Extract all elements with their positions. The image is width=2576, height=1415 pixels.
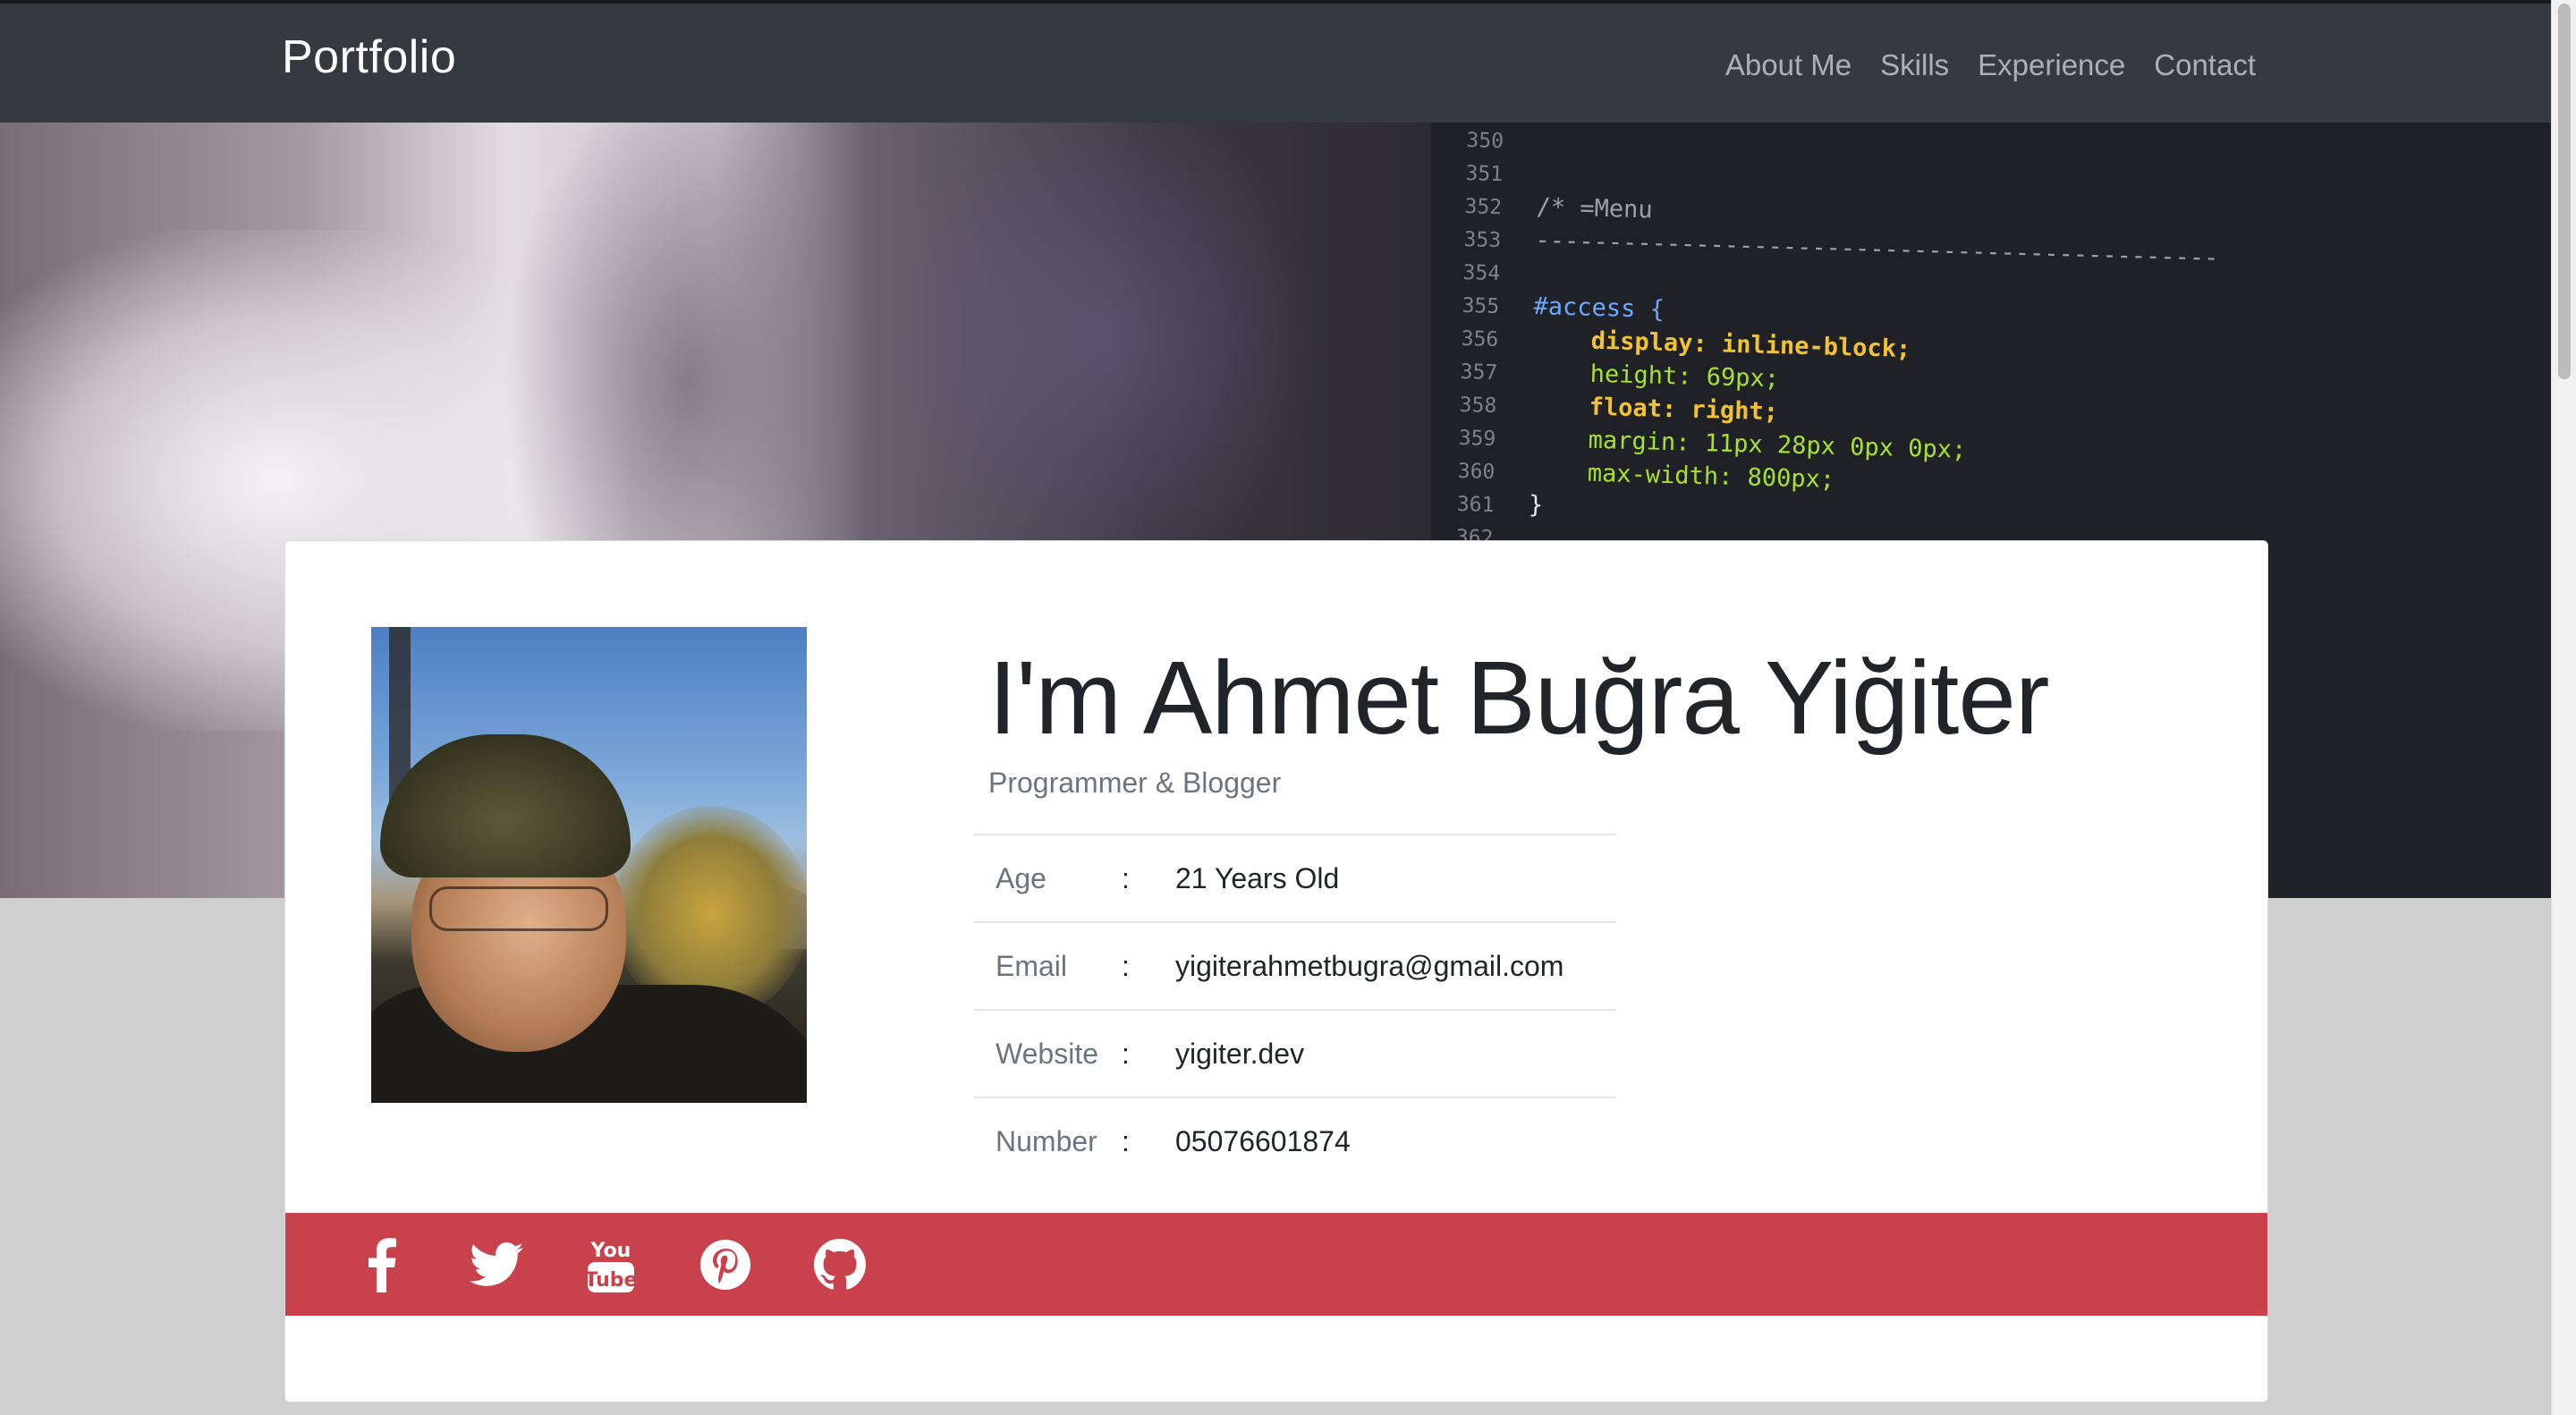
info-value: yigiter.dev xyxy=(1175,1009,1616,1097)
info-separator: : xyxy=(1122,921,1175,1010)
info-label: Age xyxy=(974,834,1122,922)
twitter-icon[interactable] xyxy=(462,1231,530,1299)
profile-photo xyxy=(371,627,807,1103)
scrollbar[interactable] xyxy=(2551,0,2576,1415)
hero-code-snippet: 350 351 352/* =Menu 353 -----------------… xyxy=(1455,128,2219,550)
info-row-email: Email : yigiterahmetbugra@gmail.com xyxy=(974,921,1616,1010)
svg-text:You: You xyxy=(590,1240,631,1262)
info-row-website: Website : yigiter.dev xyxy=(974,1009,1616,1097)
youtube-icon[interactable]: You Tube xyxy=(577,1231,645,1299)
facebook-icon[interactable] xyxy=(348,1231,416,1299)
nav-links: About Me Skills Experience Contact xyxy=(1725,48,2256,82)
info-separator: : xyxy=(1122,1097,1175,1185)
nav-link-contact[interactable]: Contact xyxy=(2154,48,2256,82)
nav-link-experience[interactable]: Experience xyxy=(1978,48,2125,82)
github-icon[interactable] xyxy=(806,1231,874,1299)
social-links-bar: You Tube xyxy=(285,1213,2267,1316)
svg-text:Tube: Tube xyxy=(587,1269,635,1292)
info-value: 05076601874 xyxy=(1175,1097,1616,1185)
info-separator: : xyxy=(1122,1009,1175,1097)
profile-info-table: Age : 21 Years Old Email : yigiterahmetb… xyxy=(974,834,1616,1185)
pinterest-icon[interactable] xyxy=(691,1231,759,1299)
profile-name: I'm Ahmet Buğra Yiğiter xyxy=(988,640,2049,756)
brand-link[interactable]: Portfolio xyxy=(282,30,456,84)
info-value: 21 Years Old xyxy=(1175,834,1616,922)
info-value: yigiterahmetbugra@gmail.com xyxy=(1175,921,1616,1010)
nav-link-skills[interactable]: Skills xyxy=(1880,48,1949,82)
nav-link-about-me[interactable]: About Me xyxy=(1725,48,1852,82)
profile-card: I'm Ahmet Buğra Yiğiter Programmer & Blo… xyxy=(284,540,2268,1402)
info-row-age: Age : 21 Years Old xyxy=(974,834,1616,922)
info-label: Website xyxy=(974,1009,1122,1097)
info-separator: : xyxy=(1122,834,1175,922)
info-label: Number xyxy=(974,1097,1122,1185)
profile-subtitle: Programmer & Blogger xyxy=(988,767,1282,799)
scrollbar-thumb[interactable] xyxy=(2558,4,2571,379)
navbar: Portfolio About Me Skills Experience Con… xyxy=(0,0,2551,123)
info-row-number: Number : 05076601874 xyxy=(974,1097,1616,1185)
info-label: Email xyxy=(974,921,1122,1010)
